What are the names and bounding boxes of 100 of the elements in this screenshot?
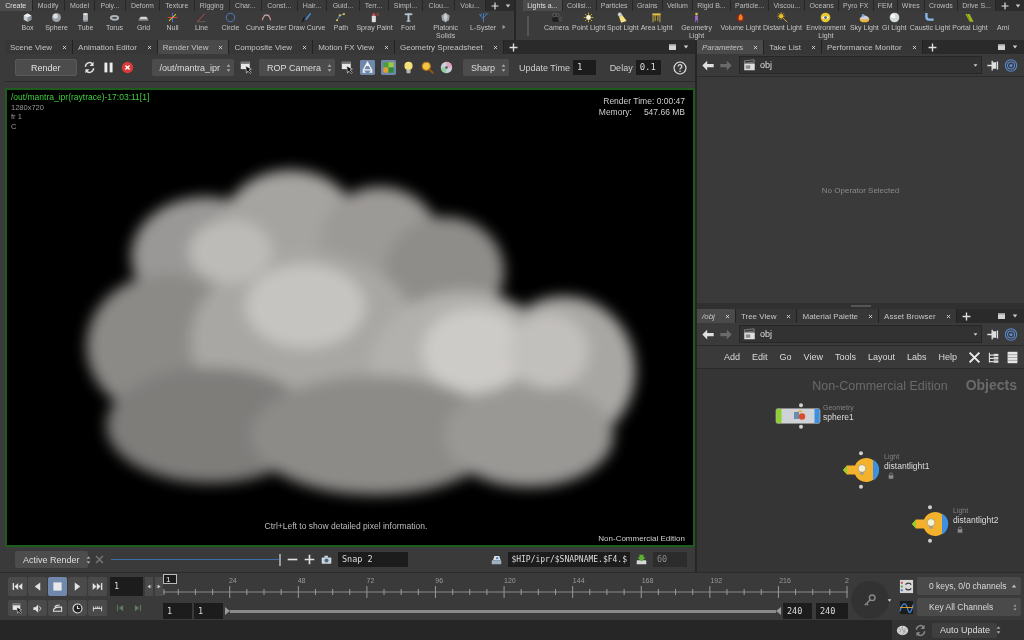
pick-window-icon[interactable] xyxy=(340,61,354,74)
node-name-label[interactable]: distantlight1 xyxy=(884,461,930,471)
caret-icon[interactable] xyxy=(505,2,512,9)
menu-item[interactable]: Help xyxy=(933,352,962,362)
snapshot-slider[interactable] xyxy=(111,553,281,566)
lock-icon[interactable] xyxy=(957,526,963,533)
channel-list-icon[interactable] xyxy=(899,578,914,594)
frame-field[interactable]: 1 xyxy=(110,577,143,596)
bulb-icon[interactable] xyxy=(401,61,415,74)
node-name-label[interactable]: distantlight2 xyxy=(953,515,999,525)
step-back-button[interactable] xyxy=(144,577,153,596)
realtime-button[interactable] xyxy=(68,600,87,616)
curve-graph-icon[interactable] xyxy=(899,599,914,615)
stop-icon[interactable] xyxy=(120,61,134,74)
pane-tab[interactable]: Scene View xyxy=(5,40,74,54)
sharpness-dropdown[interactable]: Sharp xyxy=(462,59,509,76)
pane-tab[interactable]: Tree View xyxy=(735,309,798,323)
step-back-icon[interactable] xyxy=(115,603,125,613)
path-field[interactable]: obj xyxy=(739,325,982,343)
plus-icon[interactable] xyxy=(304,554,315,565)
light-node[interactable] xyxy=(911,505,951,543)
frame-ruler[interactable] xyxy=(163,586,848,598)
menu-item[interactable]: Labs xyxy=(901,352,932,362)
key-mode-dropdown[interactable]: Key All Channels xyxy=(917,598,1021,616)
menu-item[interactable]: Edit xyxy=(747,352,773,362)
add-tab-icon[interactable] xyxy=(961,311,971,321)
snapshot-name-field[interactable]: Snap 2 xyxy=(338,552,408,567)
visible-end-field[interactable]: 240 xyxy=(783,603,812,620)
refresh-icon[interactable] xyxy=(914,623,927,637)
pane-tab[interactable]: Composite View xyxy=(229,40,314,54)
tree-list-icon[interactable] xyxy=(987,350,1000,364)
pane-tab[interactable]: Animation Editor xyxy=(73,40,158,54)
back-arrow-icon[interactable] xyxy=(701,327,715,341)
camera-icon[interactable] xyxy=(321,554,332,565)
step-forward-button[interactable] xyxy=(154,577,163,596)
play-reverse-button[interactable] xyxy=(28,577,47,596)
pane-tab[interactable]: Parameters xyxy=(697,40,765,54)
menu-item[interactable]: Go xyxy=(774,352,797,362)
render-button[interactable]: Render xyxy=(15,59,77,76)
pane-tab[interactable]: Take List xyxy=(764,40,822,54)
pick-window-icon[interactable] xyxy=(240,61,254,74)
menu-item[interactable]: Tools xyxy=(829,352,861,362)
pane-tab[interactable]: /obj xyxy=(697,309,736,323)
range-button[interactable] xyxy=(88,600,107,616)
magnifier-icon[interactable] xyxy=(420,61,434,74)
lock-icon[interactable] xyxy=(888,472,894,479)
light-node[interactable] xyxy=(842,451,882,489)
caret-icon[interactable] xyxy=(683,44,689,50)
pane-tab[interactable]: Material Palette xyxy=(797,309,880,323)
add-tab-icon[interactable] xyxy=(508,42,518,52)
pin-icon[interactable] xyxy=(986,327,1000,341)
pin-icon[interactable] xyxy=(986,58,1000,72)
camera-dropdown[interactable]: ROP Camera xyxy=(259,59,335,76)
first-frame-button[interactable] xyxy=(8,577,27,596)
audio-button[interactable] xyxy=(28,600,47,616)
menu-item[interactable]: Layout xyxy=(862,352,900,362)
add-tab-icon[interactable] xyxy=(1001,1,1010,10)
refresh-icon[interactable] xyxy=(82,61,96,74)
node-name-label[interactable]: sphere1 xyxy=(823,412,854,422)
keys-status-button[interactable]: 0 keys, 0/0 channels xyxy=(917,577,1021,595)
caret-icon[interactable] xyxy=(1012,313,1018,319)
pane-tab[interactable]: Render View xyxy=(157,40,230,54)
maximize-icon[interactable] xyxy=(668,43,677,51)
menu-item[interactable]: View xyxy=(798,352,828,362)
caret-icon[interactable] xyxy=(1015,2,1022,9)
render-mode-dropdown[interactable]: Active Render xyxy=(15,551,88,568)
rop-dropdown[interactable]: /out/mantra_ipr xyxy=(151,59,235,76)
caret-icon[interactable] xyxy=(973,62,978,68)
crossed-tools-icon[interactable] xyxy=(968,350,981,364)
path-field[interactable]: obj xyxy=(739,56,982,74)
current-frame-marker[interactable]: 1 xyxy=(163,574,177,584)
pane-tab[interactable]: Performance Monitor xyxy=(821,40,923,54)
caret-icon[interactable] xyxy=(887,598,892,603)
add-tab-icon[interactable] xyxy=(491,1,500,10)
tray-icon[interactable] xyxy=(491,554,503,565)
options-button[interactable] xyxy=(48,600,67,616)
update-time-field[interactable]: 1 xyxy=(573,60,596,75)
delay-field[interactable]: 0.1 xyxy=(635,60,661,75)
step-forward-icon[interactable] xyxy=(133,603,143,613)
geometry-node[interactable] xyxy=(775,403,821,429)
flipbook-button[interactable] xyxy=(8,600,27,616)
disc-icon[interactable] xyxy=(439,61,453,74)
play-button[interactable] xyxy=(68,577,87,596)
pane-tab[interactable]: Motion FX View xyxy=(313,40,395,54)
snapshot-path-field[interactable]: $HIP/ipr/$SNAPNAME.$F4.$ xyxy=(508,552,630,567)
scroll-right-icon[interactable] xyxy=(500,24,507,30)
help-icon[interactable] xyxy=(673,60,687,75)
brain-icon[interactable] xyxy=(896,623,909,637)
add-tab-icon[interactable] xyxy=(927,42,937,52)
maximize-icon[interactable] xyxy=(997,312,1006,320)
menu-item[interactable]: Add xyxy=(719,352,745,362)
checker-toggle-icon[interactable] xyxy=(380,60,396,75)
range-end-field[interactable]: 240 xyxy=(816,603,848,620)
caret-icon[interactable] xyxy=(1012,44,1018,50)
pane-tab[interactable]: Geometry Spreadsheet xyxy=(395,40,504,54)
list-icon[interactable] xyxy=(1006,350,1019,364)
caret-icon[interactable] xyxy=(973,331,978,337)
triangle-arrows-toggle-icon[interactable] xyxy=(359,60,375,75)
download-icon[interactable] xyxy=(636,554,647,565)
maximize-icon[interactable] xyxy=(997,43,1006,51)
